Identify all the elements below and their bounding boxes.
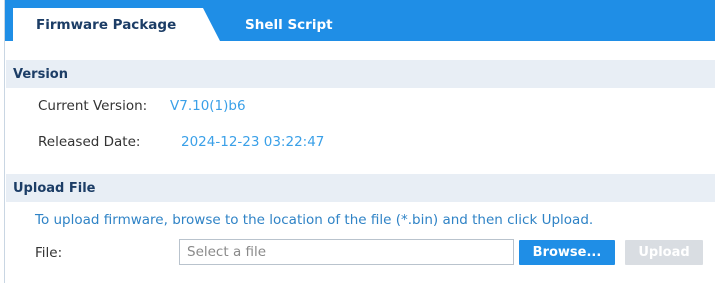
upload-section-title: Upload File: [6, 174, 715, 202]
file-input[interactable]: Select a file: [179, 239, 514, 265]
tab-shell-script-label: Shell Script: [245, 16, 333, 33]
tab-shell-script[interactable]: Shell Script: [241, 8, 361, 41]
file-label: File:: [35, 245, 63, 261]
browse-button[interactable]: Browse...: [519, 240, 615, 265]
upload-instructions: To upload firmware, browse to the locati…: [35, 212, 594, 228]
current-version-value: V7.10(1)b6: [170, 98, 246, 114]
file-input-placeholder: Select a file: [187, 244, 267, 260]
tab-firmware-package-label: Firmware Package: [36, 16, 177, 33]
tab-firmware-package[interactable]: Firmware Package: [13, 8, 220, 41]
firmware-panel: Firmware Package Shell Script Version Cu…: [4, 0, 715, 283]
released-date-label: Released Date:: [38, 134, 141, 150]
tab-bar: Firmware Package Shell Script: [5, 0, 715, 41]
upload-button[interactable]: Upload: [625, 240, 703, 265]
browse-button-label: Browse...: [532, 245, 602, 260]
released-date-value: 2024-12-23 03:22:47: [181, 134, 325, 150]
upload-button-label: Upload: [638, 245, 690, 260]
version-section-title: Version: [6, 60, 715, 88]
current-version-label: Current Version:: [38, 98, 148, 114]
